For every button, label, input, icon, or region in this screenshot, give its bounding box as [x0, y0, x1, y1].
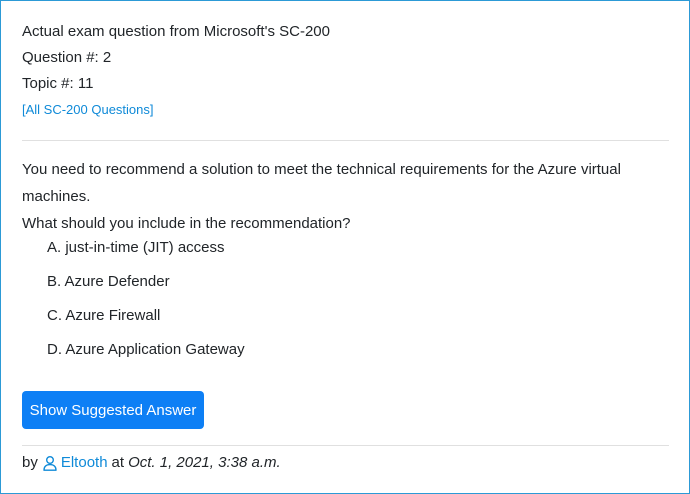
show-suggested-answer-button[interactable]: Show Suggested Answer [22, 391, 204, 429]
exam-title: Actual exam question from Microsoft's SC… [22, 23, 330, 40]
question-body: You need to recommend a solution to meet… [22, 156, 672, 237]
choice-b[interactable]: B. Azure Defender [47, 272, 245, 306]
question-header: Actual exam question from Microsoft's SC… [22, 19, 672, 123]
header-divider [22, 140, 669, 141]
topic-number: Topic #: 11 [22, 75, 94, 92]
choice-d[interactable]: D. Azure Application Gateway [47, 340, 245, 374]
question-text-line-2: What should you include in the recommend… [22, 215, 351, 232]
question-card: Actual exam question from Microsoft's SC… [0, 0, 690, 494]
choice-a[interactable]: A. just-in-time (JIT) access [47, 238, 245, 272]
all-questions-link[interactable]: [All SC-200 Questions] [22, 97, 154, 123]
by-label: by [22, 454, 38, 471]
user-icon [43, 456, 57, 471]
post-date: Oct. 1, 2021, 3:38 a.m. [128, 454, 281, 471]
footer-divider [22, 445, 669, 446]
author-link[interactable]: Eltooth [61, 452, 108, 474]
choice-c[interactable]: C. Azure Firewall [47, 306, 245, 340]
question-footer: by Eltooth at Oct. 1, 2021, 3:38 a.m. [22, 452, 281, 474]
at-label: at [111, 454, 125, 471]
question-number: Question #: 2 [22, 49, 112, 66]
answer-choices: A. just-in-time (JIT) access B. Azure De… [47, 238, 245, 374]
question-text-line-1: You need to recommend a solution to meet… [22, 161, 621, 205]
